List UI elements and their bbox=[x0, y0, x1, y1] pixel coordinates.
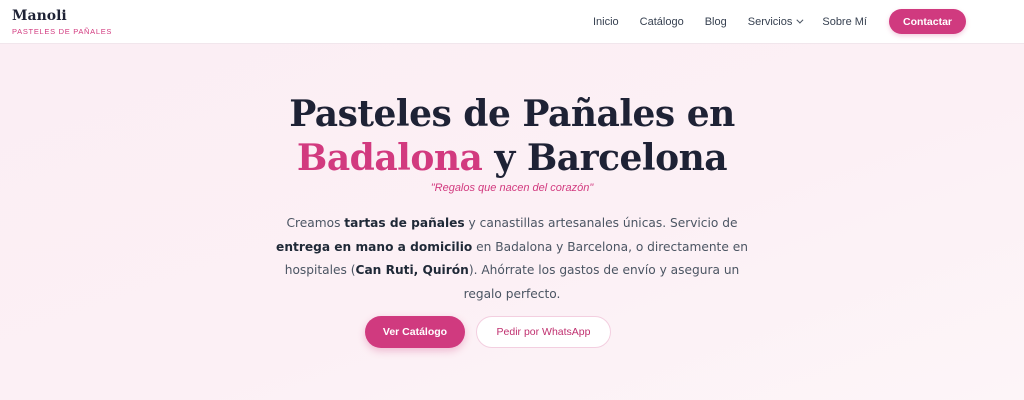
intro-text-1: Creamos bbox=[286, 216, 345, 230]
whatsapp-order-button[interactable]: Pedir por WhatsApp bbox=[476, 316, 611, 348]
nav-link-sobre-mi[interactable]: Sobre Mí bbox=[822, 16, 867, 28]
hero-title-rest: y Barcelona bbox=[482, 137, 728, 179]
brand-logo[interactable]: Manoli PASTELES DE PAÑALES bbox=[12, 8, 112, 36]
brand-name: Manoli bbox=[12, 7, 67, 24]
nav-link-blog[interactable]: Blog bbox=[705, 16, 727, 28]
chevron-down-icon bbox=[796, 16, 804, 24]
contact-button[interactable]: Contactar bbox=[889, 9, 966, 34]
nav-link-inicio[interactable]: Inicio bbox=[593, 16, 619, 28]
main-nav: Inicio Catálogo Blog Servicios Sobre Mí … bbox=[593, 0, 966, 43]
intro-text-2: y canastillas artesanales únicas. Servic… bbox=[464, 216, 738, 230]
navbar: Manoli PASTELES DE PAÑALES Inicio Catálo… bbox=[0, 0, 1024, 44]
hero-title-accent: Badalona bbox=[296, 137, 483, 179]
intro-bold-1: tartas de pañales bbox=[344, 216, 465, 230]
nav-link-servicios-label: Servicios bbox=[747, 15, 793, 28]
intro-text-4: ). Ahórrate los gastos de envío y asegur… bbox=[463, 263, 740, 301]
intro-bold-3: Can Ruti, Quirón bbox=[355, 263, 469, 277]
view-catalog-button[interactable]: Ver Catálogo bbox=[365, 316, 465, 348]
nav-link-catalogo[interactable]: Catálogo bbox=[640, 16, 684, 28]
intro-bold-2: entrega en mano a domicilio bbox=[276, 239, 473, 254]
brand-tagline: PASTELES DE PAÑALES bbox=[12, 26, 113, 36]
hero-title: Pasteles de Pañales en Badalona y Barcel… bbox=[0, 92, 1024, 180]
hero-slogan: "Regalos que nacen del corazón" bbox=[430, 182, 594, 194]
nav-link-servicios[interactable]: Servicios bbox=[747, 15, 804, 28]
hero-cta-row: Ver Catálogo Pedir por WhatsApp bbox=[0, 316, 1024, 348]
hero-intro: Creamos tartas de pañales y canastillas … bbox=[272, 212, 752, 306]
hero-section: Pasteles de Pañales en Badalona y Barcel… bbox=[0, 44, 1024, 400]
hero-title-line1: Pasteles de Pañales en bbox=[289, 93, 735, 135]
